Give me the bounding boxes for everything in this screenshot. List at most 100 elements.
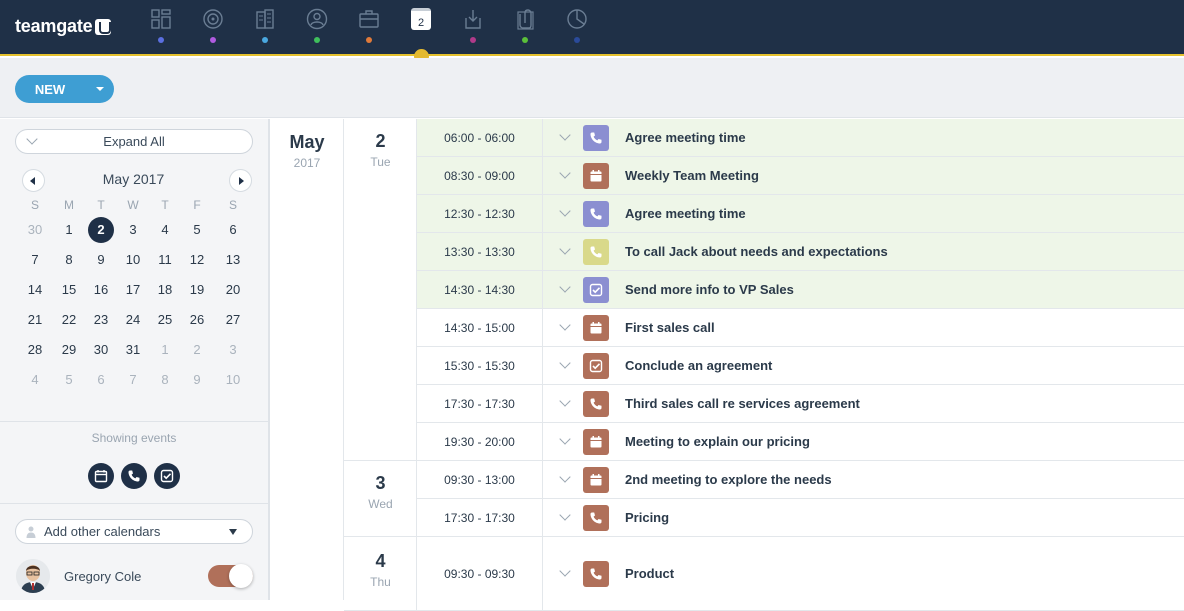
- expand-all-button[interactable]: Expand All: [15, 129, 253, 154]
- teamgate-logo[interactable]: teamgate: [15, 16, 112, 37]
- calendar-day[interactable]: 30: [88, 337, 114, 363]
- calendar-day[interactable]: 6: [88, 367, 114, 393]
- event-row[interactable]: 19:30 - 20:00 Meeting to explain our pric…: [417, 423, 1184, 461]
- filter-tasks-button[interactable]: [154, 463, 180, 489]
- chevron-down-icon[interactable]: [559, 205, 571, 217]
- event-title[interactable]: Agree meeting time: [625, 206, 746, 221]
- calendar-day[interactable]: 14: [22, 277, 48, 303]
- chevron-down-icon[interactable]: [559, 129, 571, 141]
- calendar-day[interactable]: 12: [184, 247, 210, 273]
- calendar-day[interactable]: 30: [22, 217, 48, 243]
- chevron-down-icon[interactable]: [559, 243, 571, 255]
- calendar-day[interactable]: 31: [120, 337, 146, 363]
- calendar-day[interactable]: 9: [184, 367, 210, 393]
- user-calendar-toggle[interactable]: [208, 564, 253, 588]
- event-row[interactable]: 14:30 - 14:30 Send more info to VP Sales: [417, 271, 1184, 309]
- event-row[interactable]: 13:30 - 13:30 To call Jack about needs an…: [417, 233, 1184, 271]
- calendar-day[interactable]: 21: [22, 307, 48, 333]
- calendar-day[interactable]: 16: [88, 277, 114, 303]
- calendar-day[interactable]: 7: [120, 367, 146, 393]
- calendar-day[interactable]: 1: [152, 337, 178, 363]
- calendar-day[interactable]: 22: [56, 307, 82, 333]
- calendar-day[interactable]: 23: [88, 307, 114, 333]
- calendar-day[interactable]: 4: [22, 367, 48, 393]
- calendar-day[interactable]: 26: [184, 307, 210, 333]
- event-title[interactable]: Send more info to VP Sales: [625, 282, 794, 297]
- chevron-down-icon[interactable]: [559, 433, 571, 445]
- calendar-day[interactable]: 20: [220, 277, 246, 303]
- chevron-down-icon[interactable]: [559, 319, 571, 331]
- calendar-day[interactable]: 4: [152, 217, 178, 243]
- chevron-down-icon[interactable]: [559, 357, 571, 369]
- calendar-day[interactable]: 8: [152, 367, 178, 393]
- calendar-day[interactable]: 3: [220, 337, 246, 363]
- calendar-day[interactable]: 6: [220, 217, 246, 243]
- calendar-day[interactable]: 15: [56, 277, 82, 303]
- buildings-icon[interactable]: [254, 8, 278, 32]
- calendar-day[interactable]: 10: [120, 247, 146, 273]
- event-title[interactable]: Agree meeting time: [625, 130, 746, 145]
- event-row[interactable]: 17:30 - 17:30 Third sales call re service…: [417, 385, 1184, 423]
- calendar-day[interactable]: 2: [184, 337, 210, 363]
- calendar-day[interactable]: 10: [220, 367, 246, 393]
- event-row[interactable]: 06:00 - 06:00 Agree meeting time: [417, 119, 1184, 157]
- weekday-label: F: [193, 198, 201, 212]
- chevron-down-icon[interactable]: [559, 281, 571, 293]
- new-button[interactable]: NEW: [15, 75, 114, 103]
- event-row[interactable]: 09:30 - 13:00 2nd meeting to explore the …: [417, 461, 1184, 499]
- calendar-day[interactable]: 28: [22, 337, 48, 363]
- chevron-down-icon[interactable]: [96, 87, 104, 91]
- calendar-day[interactable]: 17: [120, 277, 146, 303]
- event-row[interactable]: 15:30 - 15:30 Conclude an agreement: [417, 347, 1184, 385]
- event-title[interactable]: Product: [625, 566, 674, 581]
- calendar-day[interactable]: 29: [56, 337, 82, 363]
- calendar-day[interactable]: 27: [220, 307, 246, 333]
- chevron-down-icon[interactable]: [559, 471, 571, 483]
- calendar-day[interactable]: 8: [56, 247, 82, 273]
- filter-meetings-button[interactable]: [88, 463, 114, 489]
- nav-color-dot: [158, 37, 164, 43]
- event-row[interactable]: 17:30 - 17:30 Pricing: [417, 499, 1184, 537]
- chevron-down-icon[interactable]: [559, 395, 571, 407]
- briefcase-icon[interactable]: [358, 8, 382, 32]
- event-row[interactable]: 12:30 - 12:30 Agree meeting time: [417, 195, 1184, 233]
- pie-chart-icon[interactable]: [566, 8, 590, 32]
- event-row[interactable]: 14:30 - 15:00 First sales call: [417, 309, 1184, 347]
- calendar-day[interactable]: 3: [120, 217, 146, 243]
- calendar-day[interactable]: 13: [220, 247, 246, 273]
- calendar-day[interactable]: 18: [152, 277, 178, 303]
- calendar-day[interactable]: 24: [120, 307, 146, 333]
- person-icon[interactable]: [306, 8, 330, 32]
- dashboard-icon[interactable]: [150, 8, 174, 32]
- calendar-day[interactable]: 1: [56, 217, 82, 243]
- event-title[interactable]: 2nd meeting to explore the needs: [625, 472, 832, 487]
- filter-calls-button[interactable]: [121, 463, 147, 489]
- calendar-day[interactable]: 25: [152, 307, 178, 333]
- paperclip-icon[interactable]: [514, 8, 538, 32]
- event-title[interactable]: Weekly Team Meeting: [625, 168, 759, 183]
- event-title[interactable]: To call Jack about needs and expectation…: [625, 244, 888, 259]
- event-title[interactable]: First sales call: [625, 320, 715, 335]
- event-title[interactable]: Pricing: [625, 510, 669, 525]
- calendar-day[interactable]: 9: [88, 247, 114, 273]
- event-title[interactable]: Conclude an agreement: [625, 358, 772, 373]
- calendar-day[interactable]: 5: [56, 367, 82, 393]
- calendar-day[interactable]: 5: [184, 217, 210, 243]
- event-title[interactable]: Third sales call re services agreement: [625, 396, 860, 411]
- chevron-down-icon[interactable]: [559, 565, 571, 577]
- previous-month-button[interactable]: [22, 169, 45, 192]
- calendar-day[interactable]: 19: [184, 277, 210, 303]
- chevron-down-icon[interactable]: [559, 167, 571, 179]
- inbox-icon[interactable]: [462, 8, 486, 32]
- event-title[interactable]: Meeting to explain our pricing: [625, 434, 810, 449]
- calendar-day[interactable]: 11: [152, 247, 178, 273]
- add-other-calendars-dropdown[interactable]: Add other calendars: [15, 519, 253, 544]
- target-icon[interactable]: [202, 8, 226, 32]
- calendar-day[interactable]: 2: [88, 217, 114, 243]
- event-row[interactable]: 08:30 - 09:00 Weekly Team Meeting: [417, 157, 1184, 195]
- nav-calendar-icon[interactable]: 2: [411, 8, 431, 30]
- chevron-down-icon[interactable]: [559, 509, 571, 521]
- toggle-knob[interactable]: [229, 564, 253, 588]
- next-month-button[interactable]: [229, 169, 252, 192]
- calendar-day[interactable]: 7: [22, 247, 48, 273]
